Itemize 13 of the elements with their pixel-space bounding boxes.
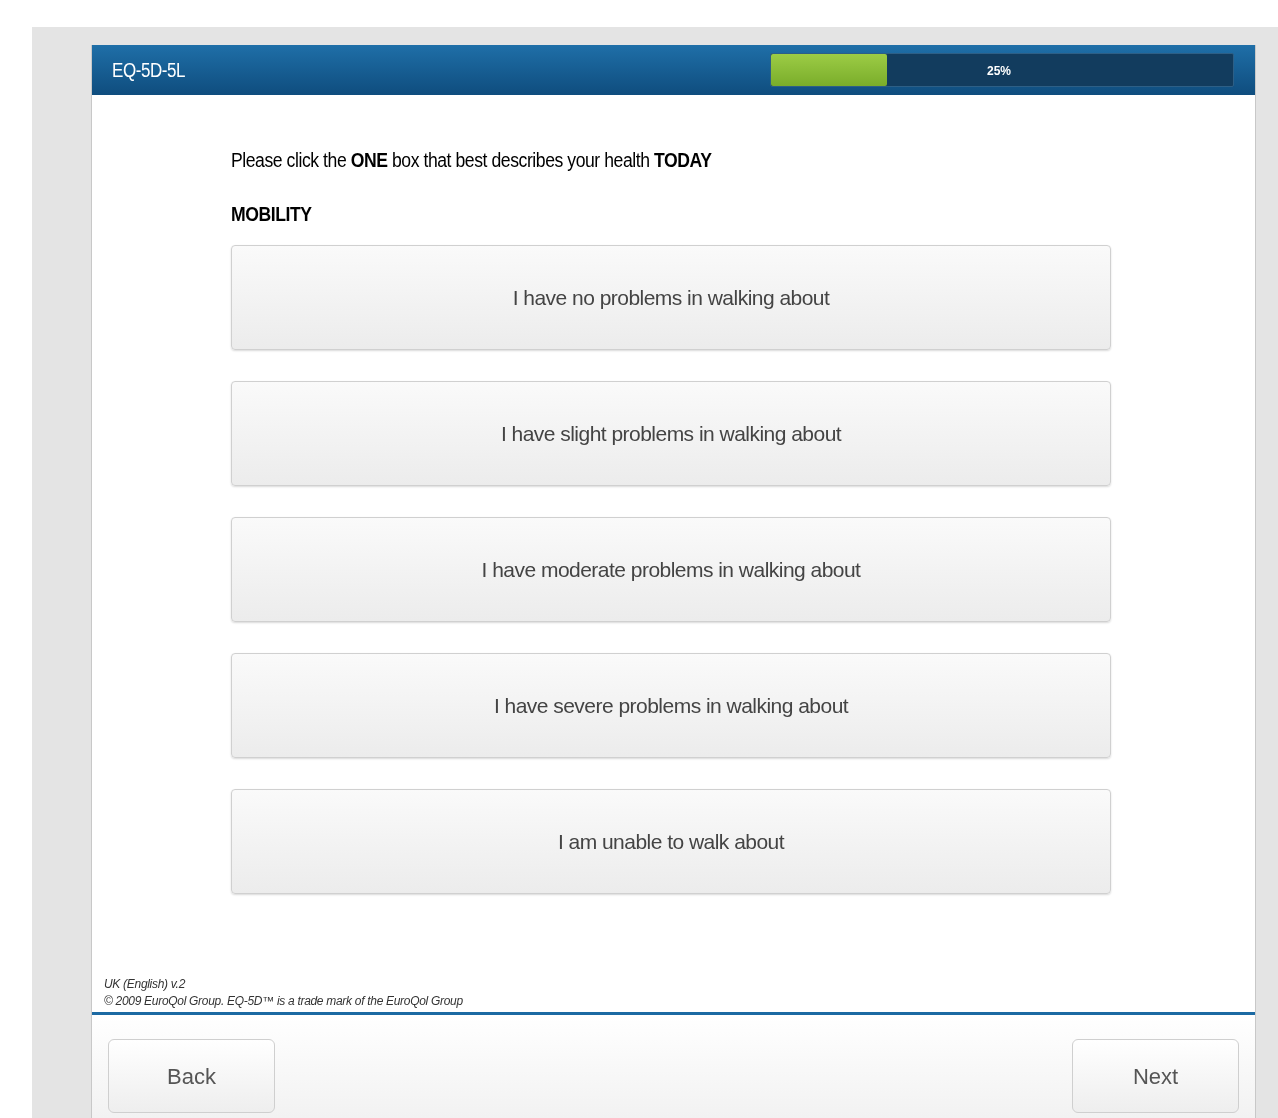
answer-option[interactable]: I have moderate problems in walking about — [231, 517, 1111, 622]
answer-option[interactable]: I am unable to walk about — [231, 789, 1111, 894]
version-text: UK (English) v.2 — [104, 976, 187, 993]
next-button[interactable]: Next — [1072, 1039, 1239, 1113]
instruction-text: Please click the ONE box that best describes your health TODAY — [231, 148, 713, 173]
copyright-text: © 2009 EuroQol Group. EQ-5D™ is a trade mark of the EuroQol Group — [104, 993, 464, 1010]
answer-option[interactable]: I have slight problems in walking about — [231, 381, 1111, 486]
app-title: EQ-5D-5L — [112, 58, 186, 83]
progress-reading: 25% — [987, 63, 1012, 80]
section-heading: MOBILITY — [231, 202, 313, 227]
answer-option[interactable]: I have severe problems in walking about — [231, 653, 1111, 758]
back-button[interactable]: Back — [108, 1039, 275, 1113]
answer-option[interactable]: I have no problems in walking about — [231, 245, 1111, 350]
